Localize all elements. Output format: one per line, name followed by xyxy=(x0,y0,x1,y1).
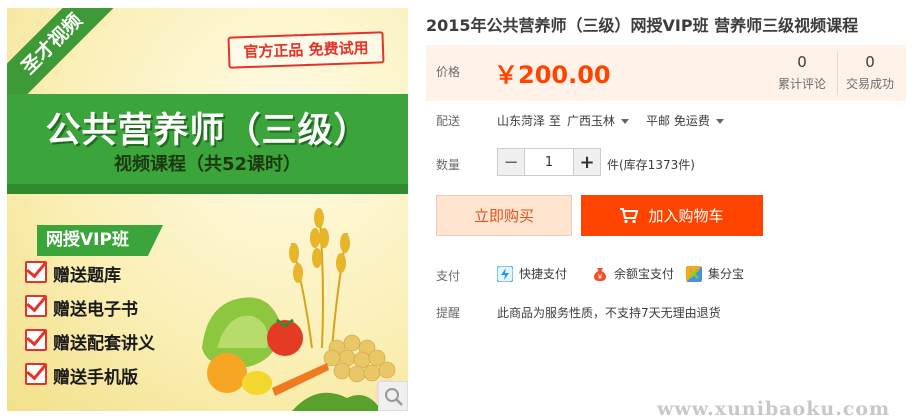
quantity-input[interactable] xyxy=(524,149,574,175)
reminder-text: 此商品为服务性质，不支持7天无理由退货 xyxy=(497,306,721,320)
shipping-method-select[interactable]: 平邮 免运费 xyxy=(646,112,724,129)
price-box: 价格 ￥200.00 0 累计评论 0 交易成功 xyxy=(426,45,906,101)
sales-count-label: 交易成功 xyxy=(846,77,895,91)
checkbox-icon xyxy=(25,329,47,351)
lightning-icon xyxy=(497,265,513,282)
increase-button[interactable]: + xyxy=(574,149,600,175)
add-to-cart-label: 加入购物车 xyxy=(648,207,724,225)
sales-count: 0 xyxy=(865,53,875,71)
payment-method-yuebao[interactable]: ¥ 余额宝支付 xyxy=(592,265,674,282)
cart-icon xyxy=(620,207,639,223)
image-sub-title: 视频课程（共52课时） xyxy=(113,154,302,175)
review-count: 0 xyxy=(797,53,807,71)
payment-method-quick[interactable]: 快捷支付 xyxy=(497,265,567,282)
svg-text:¥: ¥ xyxy=(598,273,603,281)
payment-method-label: 集分宝 xyxy=(708,267,745,281)
review-count-stat[interactable]: 0 累计评论 xyxy=(778,53,826,92)
product-title: 2015年公共营养师（三级）网授VIP班 营养师三级视频课程 xyxy=(426,16,859,35)
review-count-label: 累计评论 xyxy=(778,77,827,91)
shipping-method: 平邮 免运费 xyxy=(646,114,710,128)
shipping-origin: 山东菏泽 至 xyxy=(497,114,561,128)
watermark: www.xunibaoku.com xyxy=(657,398,891,420)
moneybag-icon: ¥ xyxy=(594,267,606,281)
chevron-down-icon xyxy=(715,119,724,124)
decrease-button[interactable]: − xyxy=(498,149,524,175)
payment-method-jifenbao[interactable]: 集分宝 xyxy=(686,265,744,282)
perk-text: 赠送题库 xyxy=(53,266,121,286)
payment-method-label: 快捷支付 xyxy=(519,267,568,281)
sales-count-stat[interactable]: 0 交易成功 xyxy=(846,53,894,92)
checkbox-icon xyxy=(25,261,47,283)
perk-text: 赠送配套讲义 xyxy=(53,334,155,354)
shipping-label: 配送 xyxy=(436,114,461,128)
price-label: 价格 xyxy=(436,65,461,79)
stat-divider xyxy=(837,51,838,95)
official-stamp: 官方正品 免费试用 xyxy=(227,31,385,69)
vip-banner: 网授VIP班 xyxy=(37,225,163,256)
stock-text: 件(库存1373件) xyxy=(607,158,695,172)
checkbox-icon xyxy=(25,295,47,317)
perk-text: 赠送电子书 xyxy=(53,300,138,320)
vegetables-illustration xyxy=(202,207,399,411)
payment-method-label: 余额宝支付 xyxy=(614,267,675,281)
colorful-square-icon xyxy=(686,265,702,282)
price-value: ￥200.00 xyxy=(494,61,611,89)
reminder-label: 提醒 xyxy=(436,306,461,320)
shipping-destination: 广西玉林 xyxy=(567,114,616,128)
product-image[interactable]: 圣才视频 官方正品 免费试用 公共营养师（三级） 视频课程（共52课时） 网授V… xyxy=(7,8,408,411)
perk-text: 赠送手机版 xyxy=(53,368,138,388)
quantity-label: 数量 xyxy=(436,158,461,172)
add-to-cart-button[interactable]: 加入购物车 xyxy=(581,195,763,236)
payment-label: 支付 xyxy=(436,269,461,283)
chevron-down-icon xyxy=(621,119,630,124)
quantity-stepper: − + xyxy=(497,148,601,176)
buy-now-button[interactable]: 立即购买 xyxy=(436,195,572,236)
zoom-icon[interactable] xyxy=(378,381,408,411)
checkbox-icon xyxy=(25,363,47,385)
shipping-destination-select[interactable]: 广西玉林 xyxy=(567,112,630,129)
image-main-title: 公共营养师（三级） xyxy=(45,110,370,151)
